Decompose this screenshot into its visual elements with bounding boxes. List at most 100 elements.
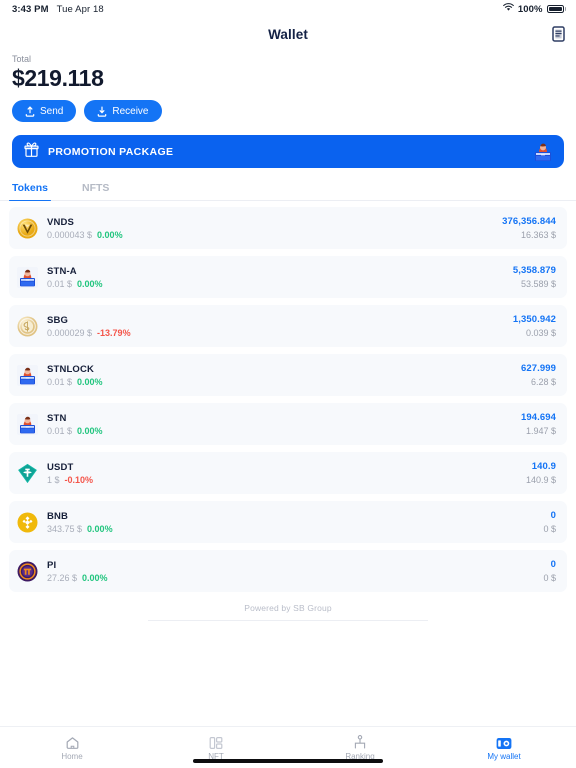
token-row[interactable]: USDT 1 $ -0.10% 140.9 140.9 $ [9,452,567,495]
token-symbol: USDT [47,461,74,473]
wifi-icon [503,3,514,15]
receive-button[interactable]: Receive [84,100,162,123]
page-title: Wallet [268,26,308,42]
token-price: 0.01 $ [47,278,73,289]
token-change: -13.79% [97,327,131,338]
token-change: 0.00% [77,278,103,289]
token-value: 140.9 $ [525,475,556,486]
status-bar-date: Tue Apr 18 [56,3,104,15]
status-bar: 3:43 PM Tue Apr 18 100% [0,0,576,18]
token-balance: 194.694 1.947 $ [521,412,556,436]
token-info: USDT 1 $ -0.10% [47,462,93,485]
tab-nfts[interactable]: NFTS [82,177,109,200]
tab-tokens[interactable]: Tokens [9,177,51,202]
bnb-coin-icon [17,512,38,533]
token-balance: 00 $ [543,510,556,534]
token-price-row: 0.000029 $ -13.79% [47,328,131,338]
token-change: 0.00% [82,572,108,583]
token-amount: 0 [550,510,556,522]
total-label: Total [12,54,32,64]
home-indicator [193,759,383,763]
ranking-chart-icon [353,734,367,750]
battery-percent-label: 100% [517,3,543,15]
token-info: BNB 343.75 $ 0.00% [47,511,113,534]
token-price: 0.01 $ [47,376,73,387]
token-price-row: 27.26 $ 0.00% [47,573,108,583]
nav-item-my-wallet[interactable]: My wallet [432,727,576,768]
token-change: 0.00% [87,523,113,534]
token-row[interactable]: VNDS 0.000043 $ 0.00% 376,356.844 16.363 $ [9,207,567,250]
token-balance: 627.999 6.28 $ [521,363,556,387]
nav-label-my-wallet: My wallet [487,751,521,761]
token-value: 1.947 $ [525,426,556,437]
vnds-coin-icon [17,218,38,239]
token-info: VNDS 0.000043 $ 0.00% [47,217,123,240]
stnlock-character-icon [17,364,38,386]
receive-button-label: Receive [112,105,149,117]
token-value: 0.039 $ [525,328,556,339]
token-info: STNLOCK 0.01 $ 0.00% [47,364,103,387]
gift-box-icon [23,141,40,163]
token-row[interactable]: STNLOCK 0.01 $ 0.00% 627.999 6.28 $ [9,354,567,397]
token-row[interactable]: PI 27.26 $0.00% 0 0 $ [9,550,567,593]
send-button[interactable]: Send [12,100,77,123]
token-change: 0.00% [77,376,103,387]
token-info: PI 27.26 $ 0.00% [47,560,108,583]
token-symbol: VNDS [47,216,74,228]
token-balance: 376,356.844 16.363 $ [502,216,556,240]
balance-actions: Send Receive [12,100,564,123]
nft-grid-icon [209,735,223,750]
token-price-row: 343.75 $ 0.00% [47,524,113,534]
nav-item-home[interactable]: Home [0,727,144,768]
powered-by-label: Powered by SB Group [244,603,332,614]
token-symbol: BNB [47,510,69,522]
token-price-row: 1 $ -0.10% [47,475,93,485]
status-bar-right: 100% [503,3,566,15]
token-amount: 194.694 [520,412,556,424]
character-avatar-icon [532,141,554,163]
upload-arrow-icon [25,106,35,117]
sbg-coin-icon [17,316,38,337]
balance-section: Total $219.118 Send Receive [0,50,576,123]
token-row[interactable]: BNB 343.75 $0.00% 0 0 $ [9,501,567,544]
token-row[interactable]: SBG 0.000029 $ -13.79% 1,350.942 0.039 $ [9,305,567,348]
battery-full-icon [546,5,566,13]
document-contract-icon[interactable] [552,26,565,42]
token-price: 0.000043 $ [47,229,93,240]
download-arrow-icon [97,106,107,117]
token-price: 0.000029 $ [47,327,93,338]
token-value: 16.363 $ [520,230,556,241]
token-amount: 627.999 [520,363,556,375]
promotion-package-banner[interactable]: PROMOTION PACKAGE [12,135,564,169]
token-balance: 00 $ [543,559,556,583]
token-symbol: STNLOCK [47,363,94,375]
token-price: 343.75 $ [47,523,83,534]
page-header: Wallet [0,18,576,50]
token-info: STN-A 0.01 $ 0.00% [47,266,103,289]
token-row[interactable]: STN 0.01 $ 0.00% 194.694 1.947 $ [9,403,567,446]
token-symbol: PI [47,559,57,571]
token-list: VNDS 0.000043 $ 0.00% 376,356.844 16.363 $ ST… [0,201,576,599]
token-price: 27.26 $ [47,572,78,583]
token-info: STN 0.01 $ 0.00% [47,413,103,436]
stn-character-icon [17,266,38,288]
token-amount: 376,356.844 [502,216,556,228]
token-change: 0.00% [97,229,123,240]
token-value: 0 $ [543,573,556,584]
token-change: -0.10% [64,474,94,485]
token-value: 53.589 $ [520,279,556,290]
token-value: 0 $ [543,524,556,535]
home-icon [65,735,80,750]
token-amount: 140.9 [531,461,556,473]
promotion-banner-left: PROMOTION PACKAGE [23,141,173,163]
token-info: SBG 0.000029 $ -13.79% [47,315,131,338]
promotion-section: PROMOTION PACKAGE [0,122,576,169]
token-amount: 0 [550,559,556,571]
token-balance: 1,350.942 0.039 $ [513,314,556,338]
token-price-row: 0.01 $ 0.00% [47,377,103,387]
pi-network-icon [17,561,38,582]
token-symbol: SBG [47,314,69,326]
token-row[interactable]: STN-A 0.01 $ 0.00% 5,358.879 53.589 $ [9,256,567,299]
token-price-row: 0.01 $ 0.00% [47,279,103,289]
